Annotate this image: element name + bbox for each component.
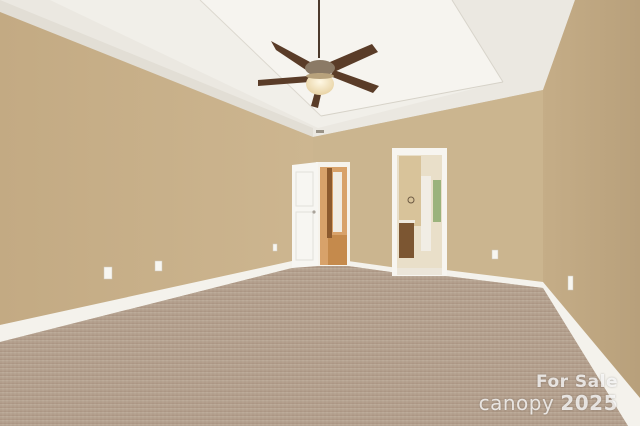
light-switch [272,243,278,252]
bedroom-scene-svg [0,0,640,426]
bedroom-photo: For Sale canopy 2025 [0,0,640,426]
hall-door-dark-frame [327,168,332,238]
smoke-vent [316,130,324,133]
door-knob [312,210,316,214]
bath-window [433,180,441,222]
bath-tile-floor [397,268,442,275]
hall-far-door [333,172,342,232]
bath-vanity [399,222,414,258]
wall-outlet [567,275,574,291]
wall-outlet [491,249,499,260]
bath-inner-door [421,176,431,251]
bath-vanity-top [399,220,415,223]
wall-outlet [154,260,163,272]
hall-wood-floor [328,235,347,265]
bath-back-wall [399,156,421,226]
wall-outlet [103,266,113,280]
